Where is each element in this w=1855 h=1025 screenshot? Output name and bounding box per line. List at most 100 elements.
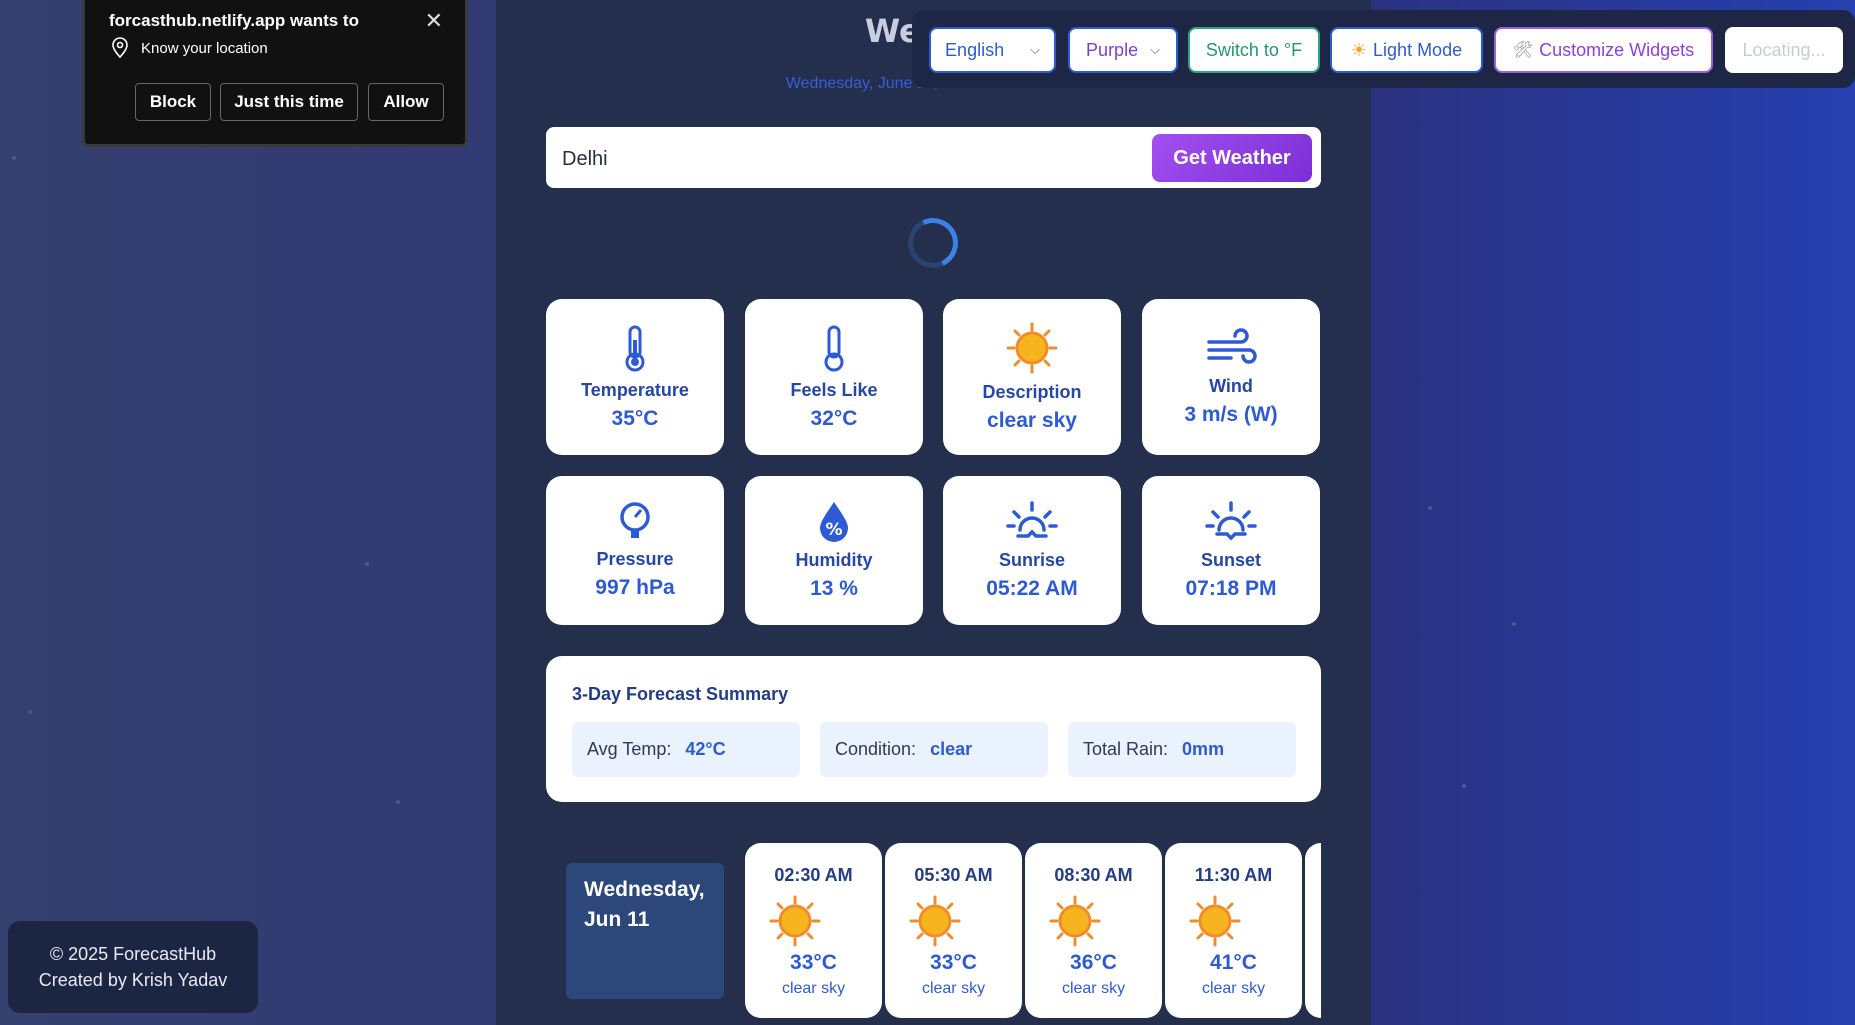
svg-text:%: % [825,520,842,540]
sun-icon [1006,322,1058,373]
hourly-description: clear sky [1061,980,1126,997]
unit-toggle-button[interactable]: Switch to °F [1188,27,1320,73]
sunrise-value: 05:22 AM [986,577,1078,600]
light-mode-label: Light Mode [1373,39,1463,60]
background-star [396,800,400,804]
hourly-forecast-card: 11:30 AM 41°C clear sky [1165,843,1302,1018]
humidity-drop-icon: % [820,502,848,542]
summary-condition-value: clear [930,739,973,759]
theme-select-value: Purple [1086,39,1139,60]
hourly-description: clear sky [921,980,986,997]
footer-credit: Created by Krish Yadav [38,970,228,990]
allow-button[interactable]: Allow [368,83,444,121]
hourly-time: 11:30 AM [1194,865,1273,885]
summary-avg-temp-value: 42°C [685,739,726,759]
summary-avg-temp: Avg Temp: 42°C [572,722,800,777]
footer: © 2025 ForecastHub Created by Krish Yada… [8,921,258,1013]
summary-total-rain: Total Rain: 0mm [1068,722,1296,777]
summary-total-rain-value: 0mm [1182,739,1225,759]
description-card: Description clear sky [943,299,1121,455]
wind-icon [1207,327,1257,364]
feels-like-card: Feels Like 32°C [745,299,923,455]
loading-spinner [900,210,966,276]
forecast-summary-card: 3-Day Forecast Summary Avg Temp: 42°C Con… [546,656,1321,802]
sun-icon: ☀ [1350,39,1368,60]
sunset-label: Sunset [1200,550,1261,570]
search-bar: Get Weather [546,127,1321,188]
forecast-summary-title: 3-Day Forecast Summary [572,684,789,704]
hourly-description: clear sky [781,980,846,997]
main-column: Weathe Wednesday, June 11, 2025 at 5:47:… [496,0,1371,1025]
hourly-forecast-card: 02:30 AM 33°C clear sky [745,843,882,1018]
tools-icon: 🛠 [1512,42,1534,59]
feels-like-value: 32°C [810,406,858,430]
summary-condition: Condition: clear [820,722,1048,777]
hourly-forecast-card: 05:30 AM 33°C clear sky [885,843,1022,1018]
language-select[interactable]: English ⌵ [929,27,1056,73]
just-this-time-button[interactable]: Just this time [220,83,358,121]
sunset-value: 07:18 PM [1185,577,1277,600]
summary-condition-label: Condition: [835,739,917,759]
top-toolbar: English ⌵ Purple ⌵ Switch to °F ☀ Light … [912,10,1855,88]
background-star [365,562,369,566]
summary-total-rain-label: Total Rain: [1083,739,1169,759]
feels-like-label: Feels Like [790,379,878,400]
humidity-value: 13 % [810,577,858,600]
background-star [1512,622,1516,626]
city-search-input[interactable] [560,139,1164,179]
pressure-value: 997 hPa [595,576,675,599]
sun-icon [1049,895,1101,947]
background-star [28,710,32,714]
get-weather-button[interactable]: Get Weather [1152,134,1312,182]
summary-avg-temp-label: Avg Temp: [587,739,672,759]
permission-request-text: Know your location [141,40,268,57]
description-value: clear sky [987,408,1077,432]
pressure-card: Pressure 997 hPa [546,476,724,625]
background-star [1428,506,1432,510]
sunset-card: Sunset 07:18 PM [1142,476,1320,625]
chevron-down-icon: ⌵ [1030,42,1040,57]
hourly-temp: 33°C [930,951,977,974]
language-select-value: English [945,39,1005,60]
hourly-time: 08:30 AM [1054,865,1133,885]
temperature-card: Temperature 35°C [546,299,724,455]
sunset-icon [1205,501,1257,541]
footer-copyright: © 2025 ForecastHub [49,944,217,964]
permission-title: forcasthub.netlify.app wants to [109,11,359,30]
block-button[interactable]: Block [135,83,211,121]
wind-label: Wind [1209,375,1253,396]
sun-icon [1189,895,1241,947]
hourly-description: clear sky [1201,980,1266,997]
sunrise-card: Sunrise 05:22 AM [943,476,1121,625]
sun-icon [909,895,961,947]
temperature-label: Temperature [581,379,689,400]
locate-button[interactable]: Locating... [1725,27,1843,73]
customize-widgets-label: Customize Widgets [1539,39,1695,60]
hourly-forecast-card-partial [1305,843,1321,1018]
thermometer-icon [824,325,844,371]
background-star [12,156,16,160]
forecast-day-name: Wednesday, [584,878,705,901]
hourly-temp: 36°C [1070,951,1117,974]
close-icon[interactable]: ✕ [425,8,443,34]
description-label: Description [982,381,1082,402]
location-pin-icon [112,37,128,59]
sunrise-icon [1006,501,1058,538]
light-mode-button[interactable]: ☀ Light Mode [1330,27,1483,73]
hourly-time: 05:30 AM [914,865,993,885]
hourly-temp: 33°C [790,951,837,974]
customize-widgets-button[interactable]: 🛠 Customize Widgets [1494,27,1713,73]
theme-select[interactable]: Purple ⌵ [1068,27,1178,73]
hourly-forecast-card: 08:30 AM 36°C clear sky [1025,843,1162,1018]
hourly-time: 02:30 AM [774,865,853,885]
location-permission-popup: forcasthub.netlify.app wants to ✕ Know y… [82,0,468,147]
chevron-down-icon: ⌵ [1150,42,1160,57]
pressure-label: Pressure [596,549,674,569]
forecast-day-date: Jun 11 [584,908,650,931]
temperature-value: 35°C [611,406,659,430]
wind-card: Wind 3 m/s (W) [1142,299,1320,455]
thermometer-icon [625,325,645,371]
hourly-temp: 41°C [1210,951,1257,974]
gauge-icon [620,502,650,538]
wind-value: 3 m/s (W) [1184,402,1278,426]
